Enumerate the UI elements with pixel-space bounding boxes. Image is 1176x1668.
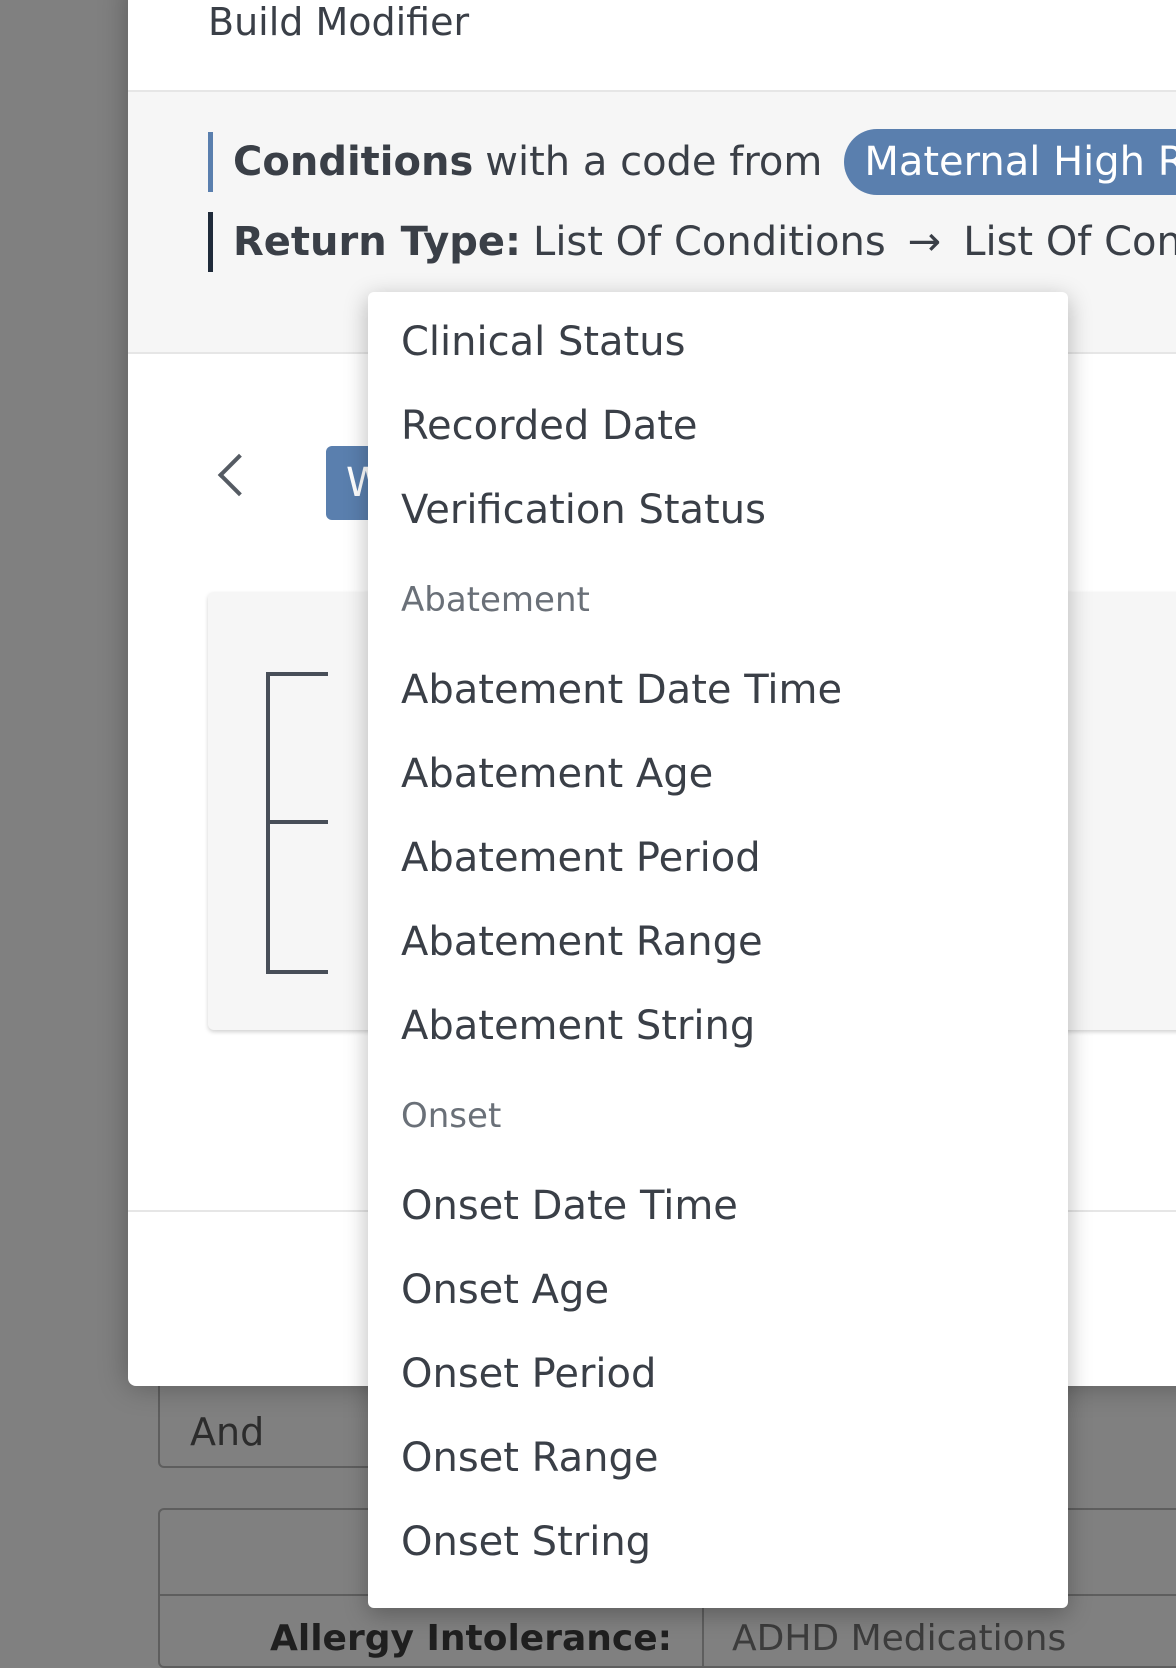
menu-item-abatement-string[interactable]: Abatement String: [368, 984, 1068, 1068]
menu-item-abatement-period[interactable]: Abatement Period: [368, 816, 1068, 900]
resource-type-label: Conditions: [233, 139, 474, 185]
valueset-pill[interactable]: Maternal High Risk: [844, 129, 1176, 195]
modifier-attribute-menu: Clinical Status Recorded Date Verificati…: [368, 292, 1068, 1608]
return-type-to: List Of Condit: [963, 219, 1176, 265]
code-text: with a code from: [485, 139, 823, 185]
menu-item-onset-age[interactable]: Onset Age: [368, 1248, 1068, 1332]
summary-return-type-row: Return Type: List Of Conditions → List O…: [208, 212, 1176, 272]
return-type-label: Return Type:: [233, 219, 522, 265]
menu-item-verification-status[interactable]: Verification Status: [368, 468, 1068, 552]
menu-group-abatement: Abatement: [401, 580, 590, 620]
menu-item-abatement-range[interactable]: Abatement Range: [368, 900, 1068, 984]
menu-item-onset-range[interactable]: Onset Range: [368, 1416, 1068, 1500]
menu-item-abatement-age[interactable]: Abatement Age: [368, 732, 1068, 816]
arrow-right-icon: →: [907, 219, 942, 265]
menu-item-onset-period[interactable]: Onset Period: [368, 1332, 1068, 1416]
criteria-card-value: ADHD Medications: [732, 1618, 1067, 1659]
chevron-left-icon[interactable]: [217, 453, 261, 497]
menu-group-onset: Onset: [401, 1096, 502, 1136]
group-bracket-mid-line: [266, 820, 328, 824]
menu-item-onset-string[interactable]: Onset String: [368, 1500, 1068, 1584]
menu-item-onset-date-time[interactable]: Onset Date Time: [368, 1164, 1068, 1248]
menu-item-recorded-date[interactable]: Recorded Date: [368, 384, 1068, 468]
menu-item-clinical-status[interactable]: Clinical Status: [368, 300, 1068, 384]
menu-item-abatement-date-time[interactable]: Abatement Date Time: [368, 648, 1068, 732]
and-operator-label: And: [190, 1410, 265, 1454]
modal-title: Build Modifier: [208, 0, 470, 44]
return-type-from: List Of Conditions: [533, 219, 886, 265]
summary-resource-row: Conditions with a code from Maternal Hig…: [208, 129, 1176, 195]
criteria-card-label: Allergy Intolerance:: [270, 1618, 673, 1659]
